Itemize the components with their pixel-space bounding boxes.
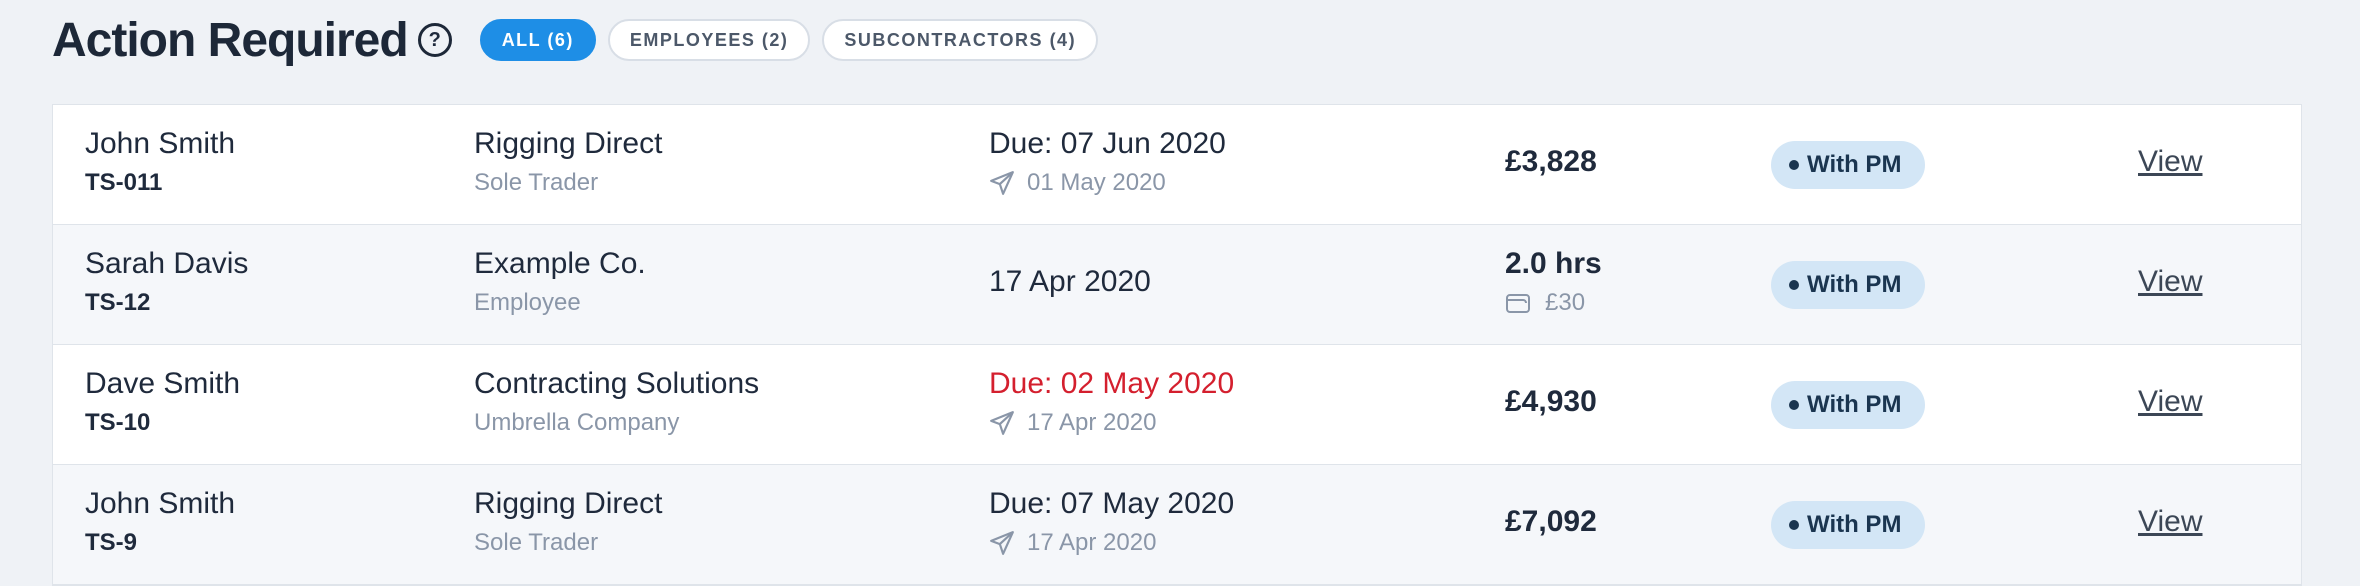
status-badge: With PM	[1771, 141, 1926, 189]
status-badge: With PM	[1771, 381, 1926, 429]
paper-plane-icon	[990, 411, 1014, 435]
filter-all[interactable]: ALL (6)	[479, 19, 596, 61]
status-dot	[1789, 520, 1799, 530]
paper-plane-icon	[990, 171, 1014, 195]
help-icon[interactable]: ?	[417, 23, 452, 57]
status-label: With PM	[1807, 511, 1902, 538]
sent-date: 17 Apr 2020	[1027, 529, 1157, 556]
worker-cell: Sarah Davis TS-12	[85, 247, 248, 317]
sent-date: 17 Apr 2020	[1027, 409, 1157, 436]
company-name: Rigging Direct	[474, 127, 663, 160]
overdue-date: Due: 02 May 2020	[989, 367, 1235, 400]
company-name: Contracting Solutions	[474, 367, 760, 400]
date-cell: 17 Apr 2020	[989, 265, 1151, 299]
filter-subcontractors[interactable]: SUBCONTRACTORS (4)	[822, 19, 1099, 61]
table-row: Dave Smith TS-10 Contracting Solutions U…	[53, 345, 2301, 465]
filter-employees[interactable]: EMPLOYEES (2)	[607, 19, 811, 61]
view-link[interactable]: View	[2138, 385, 2202, 418]
view-link[interactable]: View	[2138, 265, 2202, 298]
paper-plane-icon	[990, 531, 1014, 555]
view-link[interactable]: View	[2138, 505, 2202, 538]
status-dot	[1789, 400, 1799, 410]
company-cell: Example Co. Employee	[474, 247, 646, 317]
worker-name: John Smith	[85, 487, 236, 520]
action-cell: View	[2138, 385, 2202, 419]
company-cell: Contracting Solutions Umbrella Company	[474, 367, 759, 437]
company-type: Sole Trader	[474, 529, 599, 556]
table-row: Sarah Davis TS-12 Example Co. Employee 1…	[53, 225, 2301, 345]
status-cell: With PM	[1771, 141, 1926, 189]
worker-cell: Dave Smith TS-10	[85, 367, 240, 437]
amount-cell: £4,930	[1505, 385, 1597, 419]
company-type: Sole Trader	[474, 169, 599, 196]
timesheet-ref: TS-9	[85, 529, 138, 556]
work-date: 17 Apr 2020	[989, 265, 1151, 298]
hours: 2.0 hrs	[1505, 247, 1602, 280]
timesheet-ref: TS-011	[85, 169, 163, 196]
due-date: Due: 07 Jun 2020	[989, 127, 1226, 160]
worker-name: John Smith	[85, 127, 236, 160]
due-date: Due: 07 May 2020	[989, 487, 1235, 520]
date-cell: Due: 07 May 2020 17 Apr 2020	[989, 487, 1234, 557]
amount-cell: £7,092	[1505, 505, 1597, 539]
company-type: Umbrella Company	[474, 409, 680, 436]
worker-cell: John Smith TS-011	[85, 127, 235, 197]
sent-date: 01 May 2020	[1027, 169, 1166, 196]
timesheet-table: John Smith TS-011 Rigging Direct Sole Tr…	[52, 104, 2302, 586]
status-label: With PM	[1807, 151, 1902, 178]
status-dot	[1789, 280, 1799, 290]
worker-cell: John Smith TS-9	[85, 487, 235, 557]
status-cell: With PM	[1771, 501, 1926, 549]
company-cell: Rigging Direct Sole Trader	[474, 127, 662, 197]
timesheet-ref: TS-12	[85, 289, 151, 316]
status-label: With PM	[1807, 391, 1902, 418]
worker-name: Dave Smith	[85, 367, 241, 400]
date-cell: Due: 02 May 2020 17 Apr 2020	[989, 367, 1234, 437]
amount-cell: 2.0 hrs £30	[1505, 247, 1602, 317]
page-title: Action Required	[52, 13, 409, 67]
timesheet-ref: TS-10	[85, 409, 151, 436]
amount: £4,930	[1505, 385, 1597, 418]
status-label: With PM	[1807, 271, 1902, 298]
status-dot	[1789, 160, 1799, 170]
amount: £7,092	[1505, 505, 1597, 538]
table-row: John Smith TS-9 Rigging Direct Sole Trad…	[53, 465, 2301, 585]
status-cell: With PM	[1771, 381, 1926, 429]
header: Action Required ? ALL (6) EMPLOYEES (2) …	[52, 10, 1110, 70]
company-name: Rigging Direct	[474, 487, 663, 520]
status-cell: With PM	[1771, 261, 1926, 309]
action-cell: View	[2138, 145, 2202, 179]
company-name: Example Co.	[474, 247, 646, 280]
table-row: John Smith TS-011 Rigging Direct Sole Tr…	[53, 105, 2301, 225]
action-cell: View	[2138, 505, 2202, 539]
company-cell: Rigging Direct Sole Trader	[474, 487, 662, 557]
action-cell: View	[2138, 265, 2202, 299]
expense-amount: £30	[1545, 289, 1586, 316]
wallet-icon	[1506, 294, 1530, 313]
status-badge: With PM	[1771, 501, 1926, 549]
status-badge: With PM	[1771, 261, 1926, 309]
amount-cell: £3,828	[1505, 145, 1597, 179]
company-type: Employee	[474, 289, 581, 316]
amount: £3,828	[1505, 145, 1597, 178]
date-cell: Due: 07 Jun 2020 01 May 2020	[989, 127, 1226, 197]
view-link[interactable]: View	[2138, 145, 2202, 178]
worker-name: Sarah Davis	[85, 247, 249, 280]
